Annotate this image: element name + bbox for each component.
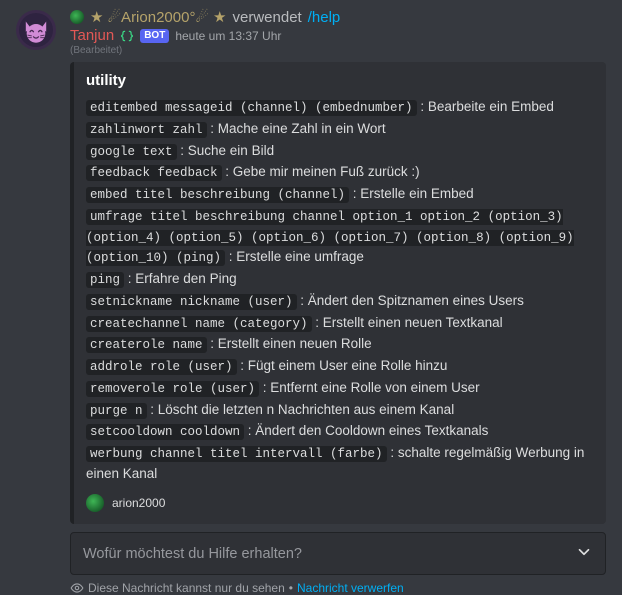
command-entry: ping : Erfahre den Ping — [86, 269, 592, 290]
command-description: : Bearbeite ein Embed — [417, 99, 554, 114]
command-entry: createchannel name (category) : Erstellt… — [86, 313, 592, 334]
avatar-column — [16, 10, 56, 595]
command-description: : Fügt einem User eine Rolle hinzu — [237, 358, 448, 373]
command-description: : Erstellt einen neuen Textkanal — [312, 315, 503, 330]
chat-message: ★ ☄︎Arion2000°☄︎ ★ verwendet /help Tanju… — [0, 0, 622, 595]
command-entry: setnickname nickname (user) : Ändert den… — [86, 291, 592, 312]
command-description: : Erfahre den Ping — [124, 271, 237, 286]
select-placeholder: Wofür möchtest du Hilfe erhalten? — [83, 546, 302, 562]
footer-text: arion2000 — [112, 496, 165, 510]
command-description: : Ändert den Spitznamen eines Users — [297, 293, 524, 308]
command-signature: setcooldown cooldown — [86, 424, 244, 440]
command-entry: feedback feedback : Gebe mir meinen Fuß … — [86, 162, 592, 183]
command-entry: werbung channel titel intervall (farbe) … — [86, 443, 592, 484]
slash-command-link[interactable]: /help — [308, 9, 341, 26]
reply-context: ★ ☄︎Arion2000°☄︎ ★ verwendet /help — [70, 8, 606, 26]
command-description: : Ändert den Cooldown eines Textkanals — [244, 423, 488, 438]
command-signature: removerole role (user) — [86, 381, 259, 397]
command-description: : Erstelle ein Embed — [349, 186, 474, 201]
role-braces-icon — [120, 29, 134, 43]
used-label: verwendet — [233, 9, 302, 26]
footer-avatar-icon — [86, 494, 104, 512]
command-signature: purge n — [86, 403, 147, 419]
bot-avatar[interactable] — [16, 10, 56, 50]
help-embed: utility editembed messageid (channel) (e… — [70, 62, 606, 524]
user-status-icon — [70, 10, 84, 24]
chevron-down-icon — [575, 543, 593, 564]
dismiss-message-link[interactable]: Nachricht verwerfen — [297, 581, 404, 595]
command-description: : Löscht die letzten n Nachrichten aus e… — [147, 402, 455, 417]
command-entry: google text : Suche ein Bild — [86, 141, 592, 162]
command-description: : Erstellt einen neuen Rolle — [207, 336, 372, 351]
command-signature: feedback feedback — [86, 165, 222, 181]
bot-header: Tanjun BOT heute um 13:37 Uhr — [70, 27, 606, 44]
command-description: : Entfernt eine Rolle von einem User — [259, 380, 480, 395]
edited-label: (Bearbeitet) — [70, 45, 606, 56]
command-description: : Gebe mir meinen Fuß zurück :) — [222, 164, 420, 179]
command-signature: addrole role (user) — [86, 359, 237, 375]
command-list: editembed messageid (channel) (embednumb… — [86, 97, 592, 484]
command-entry: addrole role (user) : Fügt einem User ei… — [86, 356, 592, 377]
command-signature: zahlinwort zahl — [86, 122, 207, 138]
command-entry: embed titel beschreibung (channel) : Ers… — [86, 184, 592, 205]
command-entry: zahlinwort zahl : Mache eine Zahl in ein… — [86, 119, 592, 140]
command-signature: editembed messageid (channel) (embednumb… — [86, 100, 417, 116]
message-timestamp: heute um 13:37 Uhr — [175, 29, 281, 43]
eye-icon — [70, 581, 84, 595]
command-entry: purge n : Löscht die letzten n Nachricht… — [86, 400, 592, 421]
command-entry: removerole role (user) : Entfernt eine R… — [86, 378, 592, 399]
message-content: ★ ☄︎Arion2000°☄︎ ★ verwendet /help Tanju… — [70, 8, 606, 595]
command-description: : Erstelle eine umfrage — [225, 249, 364, 264]
ephemeral-notice: Diese Nachricht kannst nur du sehen • Na… — [70, 581, 606, 595]
command-signature: google text — [86, 144, 177, 160]
separator-dot: • — [289, 581, 293, 595]
command-signature: ping — [86, 272, 124, 288]
command-signature: werbung channel titel intervall (farbe) — [86, 446, 387, 462]
embed-title: utility — [86, 72, 592, 89]
command-entry: umfrage titel beschreibung channel optio… — [86, 206, 592, 268]
embed-footer: arion2000 — [86, 494, 592, 512]
command-signature: createchannel name (category) — [86, 316, 312, 332]
cat-avatar-icon — [19, 13, 53, 47]
command-entry: editembed messageid (channel) (embednumb… — [86, 97, 592, 118]
help-category-select[interactable]: Wofür möchtest du Hilfe erhalten? — [70, 532, 606, 575]
command-signature: embed titel beschreibung (channel) — [86, 187, 349, 203]
command-entry: setcooldown cooldown : Ändert den Cooldo… — [86, 421, 592, 442]
bot-badge: BOT — [140, 29, 169, 43]
ephemeral-text: Diese Nachricht kannst nur du sehen — [88, 581, 285, 595]
command-signature: createrole name — [86, 337, 207, 353]
bot-username[interactable]: Tanjun — [70, 27, 114, 44]
command-signature: setnickname nickname (user) — [86, 294, 297, 310]
command-description: : Suche ein Bild — [177, 143, 275, 158]
command-description: : Mache eine Zahl in ein Wort — [207, 121, 386, 136]
invoker-username[interactable]: ★ ☄︎Arion2000°☄︎ ★ — [90, 8, 227, 26]
command-entry: createrole name : Erstellt einen neuen R… — [86, 334, 592, 355]
